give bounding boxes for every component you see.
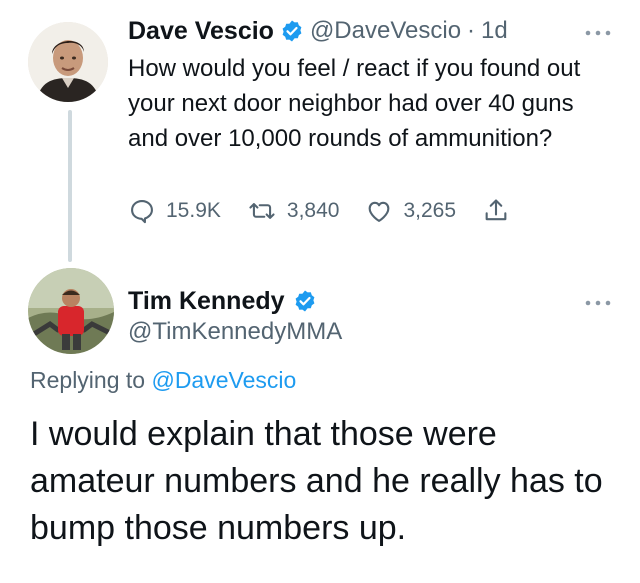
tweet1-handle[interactable]: @DaveVescio bbox=[310, 17, 461, 45]
reply-action[interactable]: 15.9K bbox=[128, 197, 221, 225]
like-count: 3,265 bbox=[403, 199, 457, 222]
tweet1-actions: 15.9K 3,840 3,265 bbox=[128, 196, 548, 226]
retweet-icon bbox=[247, 197, 277, 225]
tweet1-display-name[interactable]: Dave Vescio bbox=[128, 17, 274, 46]
verified-badge-icon bbox=[293, 289, 317, 313]
tweet1-header: Dave Vescio @DaveVescio · 1d bbox=[128, 14, 508, 48]
replying-prefix: Replying to bbox=[30, 367, 146, 393]
thread-connector-line bbox=[68, 110, 72, 262]
reply-count: 15.9K bbox=[166, 199, 221, 222]
retweet-count: 3,840 bbox=[286, 199, 340, 222]
more-icon[interactable] bbox=[584, 18, 612, 44]
like-action[interactable]: 3,265 bbox=[365, 197, 456, 225]
like-icon bbox=[365, 197, 393, 225]
replying-to-line: Replying to @DaveVescio bbox=[30, 367, 296, 394]
tim-kennedy-avatar[interactable] bbox=[28, 268, 114, 354]
tweet1-timestamp[interactable]: 1d bbox=[481, 17, 508, 45]
tweet1-separator: · bbox=[467, 17, 476, 44]
share-icon bbox=[482, 197, 510, 225]
replying-to-mention[interactable]: @DaveVescio bbox=[151, 367, 296, 393]
tweet2-text: I would explain that those were amateur … bbox=[30, 415, 603, 547]
tweet1-text: How would you feel / react if you found … bbox=[128, 55, 581, 152]
tweet2-display-name[interactable]: Tim Kennedy bbox=[128, 287, 285, 316]
verified-badge-icon bbox=[280, 19, 304, 43]
more-icon[interactable] bbox=[584, 288, 612, 314]
tweet2-handle[interactable]: @TimKennedyMMA bbox=[128, 318, 342, 346]
tweet2-name-row: Tim Kennedy bbox=[128, 284, 317, 318]
share-action[interactable] bbox=[482, 197, 510, 225]
retweet-action[interactable]: 3,840 bbox=[247, 197, 340, 225]
dave-vescio-avatar[interactable] bbox=[28, 22, 108, 102]
reply-icon bbox=[128, 197, 156, 225]
